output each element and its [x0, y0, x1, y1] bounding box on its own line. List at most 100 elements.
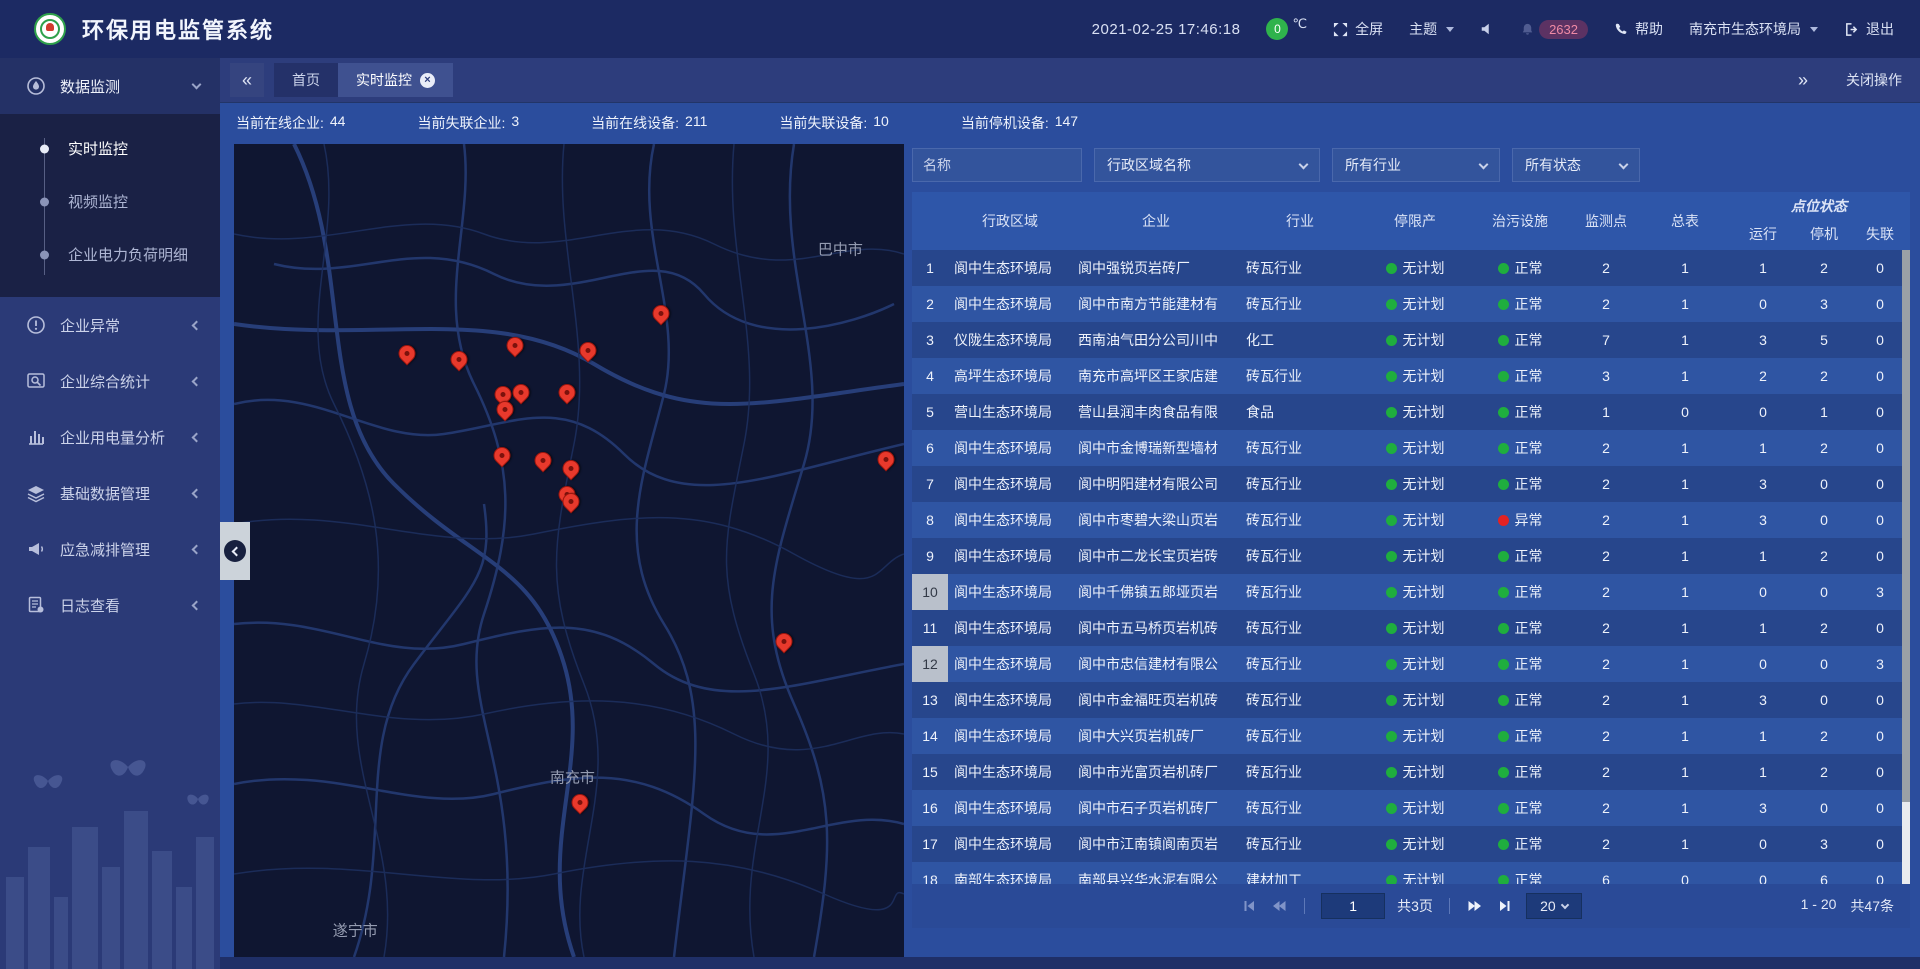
theme-button[interactable]: 主题: [1409, 19, 1454, 39]
table-row[interactable]: 16阆中生态环境局阆中市石子页岩机砖厂砖瓦行业无计划正常21300: [912, 790, 1910, 826]
fullscreen-button[interactable]: 全屏: [1333, 19, 1383, 39]
map-pin[interactable]: [776, 633, 793, 650]
prev-page-button[interactable]: [1270, 898, 1288, 914]
sidebar-group-数据监测[interactable]: 数据监测: [0, 58, 220, 114]
row-index-value: 13: [912, 682, 948, 718]
logout-button[interactable]: 退出: [1844, 19, 1894, 39]
row-meters: 1: [1642, 754, 1728, 790]
map-pin[interactable]: [494, 447, 511, 464]
sidebar-item-企业电力负荷明细[interactable]: 企业电力负荷明细: [0, 228, 220, 281]
table-row[interactable]: 3仪陇生态环境局西南油气田分公司川中化工无计划正常71350: [912, 322, 1910, 358]
row-index-value: 3: [912, 322, 948, 358]
sidebar-group-企业异常[interactable]: 企业异常: [0, 297, 220, 353]
map-pin[interactable]: [496, 401, 513, 418]
row-index: 9: [912, 538, 948, 574]
map-pin[interactable]: [563, 460, 580, 477]
row-plan-status: 无计划: [1360, 610, 1470, 646]
row-industry: 砖瓦行业: [1240, 538, 1360, 574]
next-page-button[interactable]: [1466, 898, 1484, 914]
map-pin[interactable]: [398, 345, 415, 362]
row-meters: 1: [1642, 610, 1728, 646]
table-row[interactable]: 12阆中生态环境局阆中市忠信建材有限公砖瓦行业无计划正常21003: [912, 646, 1910, 682]
page-size-select[interactable]: 20: [1526, 893, 1582, 919]
last-page-button[interactable]: [1496, 898, 1514, 914]
tab-实时监控[interactable]: 实时监控×: [338, 63, 453, 97]
table-row[interactable]: 2阆中生态环境局阆中市南方节能建材有砖瓦行业无计划正常21030: [912, 286, 1910, 322]
row-points: 3: [1570, 358, 1642, 394]
facility-text: 正常: [1515, 726, 1543, 746]
first-page-button[interactable]: [1240, 898, 1258, 914]
tabs-container: 首页实时监控×: [274, 63, 453, 97]
row-running: 0: [1728, 394, 1798, 430]
status-filter-select[interactable]: 所有状态: [1512, 148, 1640, 182]
row-running: 1: [1728, 538, 1798, 574]
map-pin[interactable]: [451, 351, 468, 368]
status-dot-green: [1498, 479, 1509, 490]
map-pin[interactable]: [563, 493, 580, 510]
table-row[interactable]: 7阆中生态环境局阆中明阳建材有限公司砖瓦行业无计划正常21300: [912, 466, 1910, 502]
sound-button[interactable]: [1480, 22, 1494, 36]
page-number-input[interactable]: [1321, 893, 1385, 919]
map-collapse-button[interactable]: [220, 522, 250, 580]
table-scrollbar[interactable]: [1902, 250, 1910, 884]
industry-filter-select[interactable]: 所有行业: [1332, 148, 1500, 182]
row-running: 0: [1728, 646, 1798, 682]
row-index-value: 7: [912, 466, 948, 502]
close-operations-button[interactable]: 关闭操作: [1846, 70, 1902, 90]
map-pin[interactable]: [534, 452, 551, 469]
table-row[interactable]: 5营山生态环境局营山县润丰肉食品有限食品无计划正常10010: [912, 394, 1910, 430]
user-menu[interactable]: 南充市生态环境局: [1689, 19, 1818, 39]
map-pin[interactable]: [512, 384, 529, 401]
sidebar-group-应急减排管理[interactable]: 应急减排管理: [0, 521, 220, 577]
table-row[interactable]: 10阆中生态环境局阆中千佛镇五郎垭页岩砖瓦行业无计划正常21003: [912, 574, 1910, 610]
row-running: 3: [1728, 502, 1798, 538]
row-stopped: 2: [1798, 430, 1850, 466]
chevron-left-icon: [192, 488, 202, 498]
status-dot-green: [1386, 839, 1397, 850]
table-row[interactable]: 18南部生态环境局南部县兴华水泥有限公建材加工无计划正常60060: [912, 862, 1910, 884]
table-row[interactable]: 8阆中生态环境局阆中市枣碧大梁山页岩砖瓦行业无计划异常21300: [912, 502, 1910, 538]
chevron-down-icon: [1479, 159, 1489, 169]
map-pin[interactable]: [653, 305, 670, 322]
filter-bar: 行政区域名称 所有行业 所有状态: [912, 148, 1910, 182]
help-button[interactable]: 帮助: [1614, 19, 1663, 39]
tab-close-icon[interactable]: ×: [420, 73, 435, 88]
tabs-scroll-left-button[interactable]: «: [230, 63, 264, 97]
sidebar-group-日志查看[interactable]: 日志查看: [0, 577, 220, 633]
table-row[interactable]: 14阆中生态环境局阆中大兴页岩机砖厂砖瓦行业无计划正常21120: [912, 718, 1910, 754]
map-pin[interactable]: [558, 384, 575, 401]
status-dot-green: [1386, 875, 1397, 885]
row-company: 阆中市光富页岩机砖厂: [1072, 754, 1240, 790]
row-region: 阆中生态环境局: [948, 610, 1072, 646]
sidebar-group-企业综合统计[interactable]: 企业综合统计: [0, 353, 220, 409]
facility-text: 正常: [1515, 582, 1543, 602]
table-row[interactable]: 6阆中生态环境局阆中市金博瑞新型墙材砖瓦行业无计划正常21120: [912, 430, 1910, 466]
map-pin[interactable]: [579, 342, 596, 359]
map-panel[interactable]: 巴中市南充市遂宁市: [234, 144, 904, 957]
pin-icon: [555, 380, 579, 404]
tab-首页[interactable]: 首页: [274, 63, 338, 97]
row-region: 阆中生态环境局: [948, 790, 1072, 826]
map-pin[interactable]: [877, 451, 894, 468]
map-pin[interactable]: [571, 794, 588, 811]
region-filter-select[interactable]: 行政区域名称: [1094, 148, 1320, 182]
tabs-scroll-right-button[interactable]: »: [1786, 63, 1820, 97]
sidebar-group-基础数据管理[interactable]: 基础数据管理: [0, 465, 220, 521]
table-row[interactable]: 15阆中生态环境局阆中市光富页岩机砖厂砖瓦行业无计划正常21120: [912, 754, 1910, 790]
sidebar-item-视频监控[interactable]: 视频监控: [0, 175, 220, 228]
name-filter-input[interactable]: [912, 148, 1082, 182]
scrollbar-thumb[interactable]: [1902, 250, 1910, 802]
table-row[interactable]: 1阆中生态环境局阆中强锐页岩砖厂砖瓦行业无计划正常21120: [912, 250, 1910, 286]
sidebar-group-企业用电量分析[interactable]: 企业用电量分析: [0, 409, 220, 465]
table-row[interactable]: 13阆中生态环境局阆中市金福旺页岩机砖砖瓦行业无计划正常21300: [912, 682, 1910, 718]
sidebar-item-实时监控[interactable]: 实时监控: [0, 122, 220, 175]
table-row[interactable]: 17阆中生态环境局阆中市江南镇阆南页岩砖瓦行业无计划正常21030: [912, 826, 1910, 862]
table-row[interactable]: 4高坪生态环境局南充市高坪区王家店建砖瓦行业无计划正常31220: [912, 358, 1910, 394]
notification-button[interactable]: 2632: [1520, 20, 1588, 39]
row-industry: 砖瓦行业: [1240, 250, 1360, 286]
table-row[interactable]: 11阆中生态环境局阆中市五马桥页岩机砖砖瓦行业无计划正常21120: [912, 610, 1910, 646]
table-row[interactable]: 9阆中生态环境局阆中市二龙长宝页岩砖砖瓦行业无计划正常21120: [912, 538, 1910, 574]
map-pin[interactable]: [507, 337, 524, 354]
row-points: 2: [1570, 250, 1642, 286]
plan-text: 无计划: [1403, 654, 1445, 674]
